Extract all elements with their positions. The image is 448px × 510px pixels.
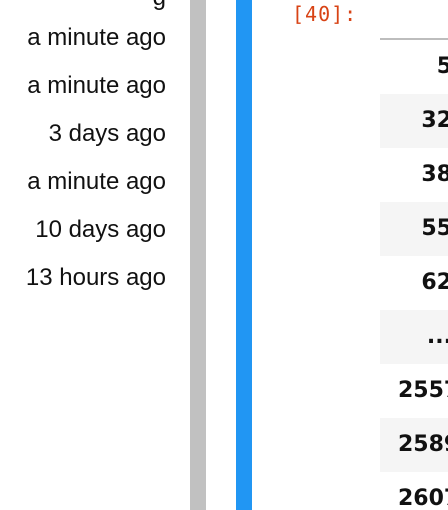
file-browser-scrollbar[interactable] (190, 0, 206, 510)
cell-prompt: [40]: (292, 2, 358, 26)
table-row-index: 2607 (380, 472, 448, 510)
index-value: 55 (421, 216, 448, 241)
panel-gap (206, 0, 236, 510)
file-row-modified[interactable]: a minute ago (27, 14, 166, 62)
index-value: 32 (421, 108, 448, 133)
file-row-modified[interactable]: 3 days ago (49, 110, 166, 158)
index-value: 2557 (398, 378, 448, 403)
table-row-index: 2589 (380, 418, 448, 472)
table-row-index: 38 (380, 148, 448, 202)
table-row-index: 32 (380, 94, 448, 148)
index-value: 2607 (398, 486, 448, 510)
notebook-panel: [40]: 5 32 38 55 62 ... 2557 2589 2607 (252, 0, 448, 510)
file-browser-list: g a minute ago a minute ago 3 days ago a… (0, 0, 190, 510)
file-row-modified[interactable]: a minute ago (27, 62, 166, 110)
file-row-modified[interactable]: a minute ago (27, 158, 166, 206)
file-row-modified[interactable]: 13 hours ago (26, 254, 166, 302)
active-cell-indicator[interactable] (236, 0, 252, 510)
table-row-index: 62 (380, 256, 448, 310)
index-value: 5 (436, 54, 448, 79)
table-row-index: ... (380, 310, 448, 364)
file-row-modified[interactable]: 10 days ago (35, 206, 166, 254)
jupyter-window: g a minute ago a minute ago 3 days ago a… (0, 0, 448, 510)
index-value: ... (426, 324, 448, 349)
table-row-index: 2557 (380, 364, 448, 418)
index-value: 2589 (398, 432, 448, 457)
table-row-index: 55 (380, 202, 448, 256)
index-value: 38 (421, 162, 448, 187)
index-value: 62 (421, 270, 448, 295)
table-row-index: 5 (380, 40, 448, 94)
